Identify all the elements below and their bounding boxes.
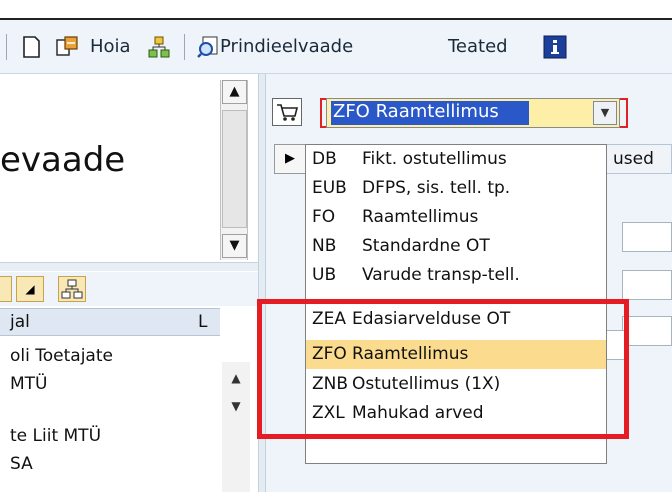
table-row[interactable]: SA [0,450,220,478]
info-icon[interactable] [542,34,568,60]
input-field[interactable] [622,222,672,252]
hold-button[interactable]: Hoia [90,34,131,60]
new-document-icon[interactable] [18,34,44,60]
hierarchy-icon[interactable] [146,34,172,60]
application-toolbar: Hoia Prindieelvaade Teated [0,20,672,74]
toolbar-separator [6,34,7,60]
option-description: DFPS, sis. tell. tp. [362,178,511,198]
option-code: FO [312,207,336,227]
panel-divider [0,262,258,271]
dropdown-option[interactable]: EUB DFPS, sis. tell. tp. [306,174,606,203]
highlight-annotation [257,299,629,439]
dropdown-option[interactable]: DB Fikt. ostutellimus [306,145,606,174]
column-header-name[interactable]: jal [10,312,30,332]
chevron-down-icon[interactable]: ▼ [593,101,617,125]
document-type-select[interactable]: ZFO Raamtellimus ▼ [326,98,620,128]
tab-item[interactable]: used [604,144,672,174]
tool-button[interactable] [0,276,12,302]
table-row[interactable]: MTÜ [0,370,220,398]
print-preview-icon[interactable] [196,34,222,60]
required-marker [620,98,628,128]
scroll-thumb[interactable] [222,110,247,228]
messages-button[interactable]: Teated [448,34,508,60]
toolbar-separator [184,34,185,60]
document-type-value: ZFO Raamtellimus [333,101,499,122]
table-row[interactable]: oli Toetajate [0,342,220,370]
hierarchy-tree-icon[interactable] [58,276,86,302]
option-code: DB [312,149,337,169]
left-toolbar: ◢ [0,272,258,306]
scroll-up-icon[interactable]: ▲ [226,368,246,388]
option-description: Varude transp-tell. [362,265,520,285]
table-scrollbar[interactable]: ▲ ▼ [222,362,250,492]
option-code: EUB [312,178,347,198]
shopping-cart-icon [272,98,302,126]
option-description: Fikt. ostutellimus [362,149,507,169]
print-preview-button[interactable]: Prindieelvaade [220,34,353,60]
option-description: Standardne OT [362,236,490,256]
table-header: jal L [0,308,220,336]
scroll-down-icon[interactable]: ▼ [226,396,246,416]
table-row[interactable]: te Liit MTÜ [0,422,220,450]
dropdown-option[interactable]: UB Varude transp-tell. [306,261,606,290]
dropdown-option[interactable]: NB Standardne OT [306,232,606,261]
input-field[interactable] [622,316,672,346]
column-header-l[interactable]: L [198,312,207,332]
vertical-scrollbar[interactable]: ▲ ▼ [220,80,248,260]
option-code: NB [312,236,337,256]
copy-document-icon[interactable] [54,34,80,60]
dropdown-option[interactable]: FO Raamtellimus [306,203,606,232]
option-code: UB [312,265,337,285]
dropdown-toggle-icon[interactable]: ◢ [16,276,44,302]
scroll-down-icon[interactable]: ▼ [222,234,247,258]
input-field[interactable] [622,270,672,300]
page-title: evaade [0,140,126,180]
details-icon[interactable]: ▶ [274,144,306,174]
window-top-border [0,0,672,20]
scroll-up-icon[interactable]: ▲ [222,80,247,104]
option-description: Raamtellimus [362,207,479,227]
